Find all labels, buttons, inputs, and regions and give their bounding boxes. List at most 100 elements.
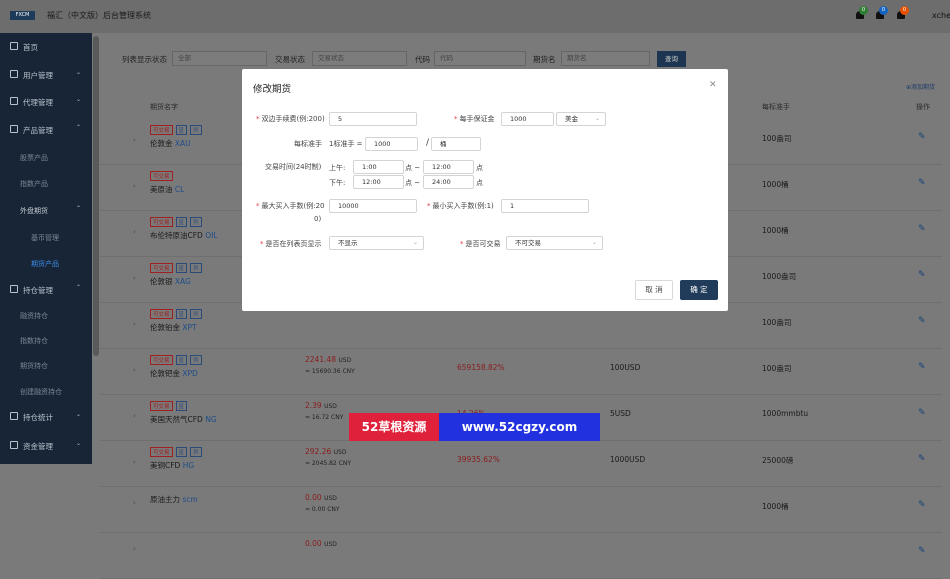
pm-start-input[interactable]: 12:00 [353,175,404,189]
chevron-down-icon: ⌄ [76,69,82,76]
user-menu[interactable]: xche [932,11,950,20]
trade-status-label: 交易状态 [275,55,305,64]
sidebar-item-futures-products[interactable]: 期货产品 [0,254,92,274]
bell-icon[interactable]: 0 [855,6,868,21]
close-icon[interactable]: ✕ [709,80,717,90]
edit-icon[interactable]: ✎ [918,547,927,556]
futures-name-input[interactable]: 期货名 [561,51,650,66]
status-badge: 显 [175,355,188,365]
unit-value: 100盎司 [762,134,792,143]
tradable-select[interactable]: 不可交易 ⌄ [506,236,603,250]
code-input[interactable]: 代码 [434,51,526,66]
std-unit-label: 每标准手 [294,140,322,148]
sidebar-item-position-stats[interactable]: 持仓统计 ⌄ [0,407,92,427]
chevron-right-icon[interactable]: › [133,458,136,466]
min-lots-input[interactable]: 1 [501,199,589,213]
chevron-right-icon[interactable]: › [133,320,136,328]
bell-icon[interactable]: 0 [875,6,888,21]
unit-value: 1000桶 [762,502,789,511]
edit-icon[interactable]: ✎ [918,501,927,510]
table-row[interactable]: › 0.00 USD ✎ [100,533,942,579]
edit-icon[interactable]: ✎ [918,133,927,142]
futures-name: 伦敦金 XAU [150,139,191,148]
chevron-down-icon: ⌄ [412,239,418,246]
sidebar-item-funds[interactable]: 资金管理 ⌄ [0,436,92,456]
sidebar-item-index-positions[interactable]: 指数持仓 [0,331,92,351]
chevron-right-icon[interactable]: › [133,412,136,420]
am-end-input[interactable]: 12:00 [423,160,474,174]
bell-icon[interactable]: 0 [896,6,909,21]
am-label: 上午: [329,164,346,172]
std-value-input[interactable]: 1000 [365,137,418,151]
notification-badge: 0 [879,6,888,15]
chevron-right-icon[interactable]: › [133,499,136,507]
table-row[interactable]: › 原油主力 scm 0.00 USD ≈ 0.00 CNY 1000桶 ✎ [100,487,942,533]
status-badge: 列 [190,309,202,319]
sidebar-item-index-products[interactable]: 指数产品 [0,174,92,194]
sidebar-item-margin-positions[interactable]: 融资持仓 [0,306,92,326]
chevron-up-icon: ⌃ [76,124,82,131]
table-row[interactable]: › 可交易显列伦敦钯金 XPD 2241.48 USD ≈ 15690.36 CNY 6… [100,349,942,395]
column-header-name: 期货名字 [150,103,178,111]
unit-value: 25000磅 [762,456,794,465]
margin-input[interactable]: 1000 [501,112,554,126]
edit-icon[interactable]: ✎ [918,455,927,464]
edit-icon[interactable]: ✎ [918,225,927,234]
query-button[interactable]: 查询 [657,51,686,67]
margin-currency-select[interactable]: 美金 ⌄ [556,112,606,126]
edit-icon[interactable]: ✎ [918,317,927,326]
status-badge: 可交易 [150,401,173,411]
chevron-right-icon[interactable]: › [133,136,136,144]
edit-icon[interactable]: ✎ [918,363,927,372]
max-lots-label: * 最大买入手数(例:20 [256,202,325,210]
sidebar-item-users[interactable]: 用户管理 ⌄ [0,65,92,85]
sidebar-item-home[interactable]: 首页 [0,37,92,57]
code-label: 代码 [415,55,430,64]
sidebar-item-agents[interactable]: 代理管理 ⌄ [0,92,92,112]
list-display-select[interactable]: 全部 [172,51,267,66]
confirm-button[interactable]: 确 定 [680,280,718,300]
status-badge: 列 [190,447,202,457]
margin-value: 100USD [610,363,641,372]
unit-value: 100盎司 [762,364,792,373]
edit-icon[interactable]: ✎ [918,179,927,188]
sidebar-item-foreign-futures[interactable]: 外盘期货 ⌃ [0,201,92,221]
unit-value: 100盎司 [762,318,792,327]
dialog-title: 修改期货 [253,84,292,95]
pm-end-input[interactable]: 24:00 [423,175,474,189]
cancel-button[interactable]: 取 消 [635,280,673,300]
trade-status-select[interactable]: 交易状态 [312,51,407,66]
chevron-down-icon: ⌄ [76,96,82,103]
tag-group: 可交易显列 [150,309,205,319]
column-header-actions: 操作 [916,103,930,111]
status-badge: 列 [190,125,202,135]
am-start-input[interactable]: 1:00 [353,160,404,174]
sidebar-item-positions[interactable]: 持仓管理 ⌃ [0,280,92,300]
chevron-up-icon: ⌃ [76,205,82,212]
sidebar-item-base-currency[interactable]: 基币管理 [0,228,92,248]
chevron-right-icon[interactable]: › [133,366,136,374]
show-in-list-select[interactable]: 不显示 ⌄ [329,236,424,250]
sidebar-item-create-margin-position[interactable]: 创建融资持仓 [0,382,92,402]
chevron-right-icon[interactable]: › [133,228,136,236]
std-unit-input[interactable]: 桶 [431,137,481,151]
table-row[interactable]: › 可交易显列美铜CFD HG 292.26 USD ≈ 2045.82 CNY 399… [100,441,942,487]
edit-icon[interactable]: ✎ [918,271,927,280]
chevron-right-icon[interactable]: › [133,545,136,553]
edit-icon[interactable]: ✎ [918,409,927,418]
sidebar-scrollbar[interactable] [93,36,99,356]
sidebar-item-futures-positions[interactable]: 期货持仓 [0,356,92,376]
sidebar-item-stock-products[interactable]: 股票产品 [0,148,92,168]
status-badge: 显 [175,263,188,273]
trade-time-label: 交易时间(24时制) [265,163,322,171]
add-futures-link[interactable]: ⊕添加期货 [906,82,935,91]
fee-input[interactable]: 5 [329,112,417,126]
column-header-unit: 每标准手 [762,103,790,111]
chevron-right-icon[interactable]: › [133,274,136,282]
max-lots-input[interactable]: 10000 [329,199,417,213]
chevron-right-icon[interactable]: › [133,182,136,190]
sidebar: 首页 用户管理 ⌄ 代理管理 ⌄ 产品管理 ⌃ 股票产品 指数产品 外盘期货 ⌃ 基币管… [0,33,92,464]
fee-label: * 双边手续费(例:200) [256,115,325,123]
sidebar-item-products[interactable]: 产品管理 ⌃ [0,120,92,140]
brand-logo[interactable]: FXCM [10,11,35,20]
